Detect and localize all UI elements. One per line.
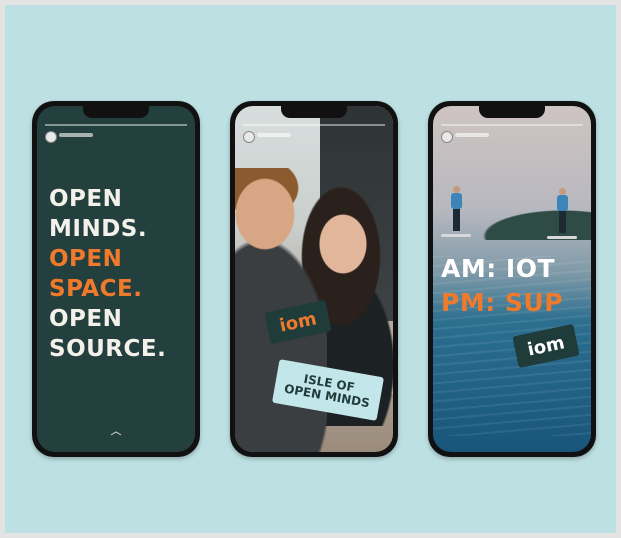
profile-name-placeholder	[59, 133, 93, 137]
photo-hill	[473, 206, 591, 240]
slogan-line-2: MINDS.	[49, 216, 148, 242]
slogan-line-3: OPEN	[49, 246, 123, 272]
profile-name-placeholder	[257, 133, 291, 137]
headline-pm: PM: SUP	[441, 288, 564, 317]
photo-paddleboarder-2	[555, 188, 569, 238]
slogan-line-4: SPACE.	[49, 276, 143, 302]
story-progress-bar	[441, 124, 583, 126]
profile-avatar[interactable]	[243, 131, 255, 143]
phone-mockup-2: iom ISLE OF OPEN MINDS	[230, 101, 398, 457]
headline-am: AM: IOT	[441, 254, 556, 283]
photo-paddleboarder-1	[449, 186, 463, 236]
story-screen-1: OPEN MINDS. OPEN SPACE. OPEN SOURCE.	[37, 106, 195, 452]
phone-mockup-3: AM: IOT PM: SUP iom	[428, 101, 596, 457]
phone-notch	[281, 106, 347, 118]
profile-avatar[interactable]	[45, 131, 57, 143]
phone-notch	[479, 106, 545, 118]
mockup-canvas: OPEN MINDS. OPEN SPACE. OPEN SOURCE. iom	[5, 5, 616, 533]
slogan-line-1: OPEN	[49, 186, 123, 212]
story-progress-bar	[243, 124, 385, 126]
paddleboard-2	[547, 236, 577, 239]
chevron-up-icon[interactable]	[110, 431, 122, 436]
profile-avatar[interactable]	[441, 131, 453, 143]
paddleboard-1	[441, 234, 471, 237]
profile-name-placeholder	[455, 133, 489, 137]
slogan-text: OPEN MINDS. OPEN SPACE. OPEN SOURCE.	[49, 184, 166, 364]
phone-notch	[83, 106, 149, 118]
slogan-line-6: SOURCE.	[49, 336, 167, 362]
story-progress-bar	[45, 124, 187, 126]
phone-mockup-1: OPEN MINDS. OPEN SPACE. OPEN SOURCE.	[32, 101, 200, 457]
slogan-line-5: OPEN	[49, 306, 123, 332]
story-screen-2: iom ISLE OF OPEN MINDS	[235, 106, 393, 452]
story-screen-3: AM: IOT PM: SUP iom	[433, 106, 591, 452]
